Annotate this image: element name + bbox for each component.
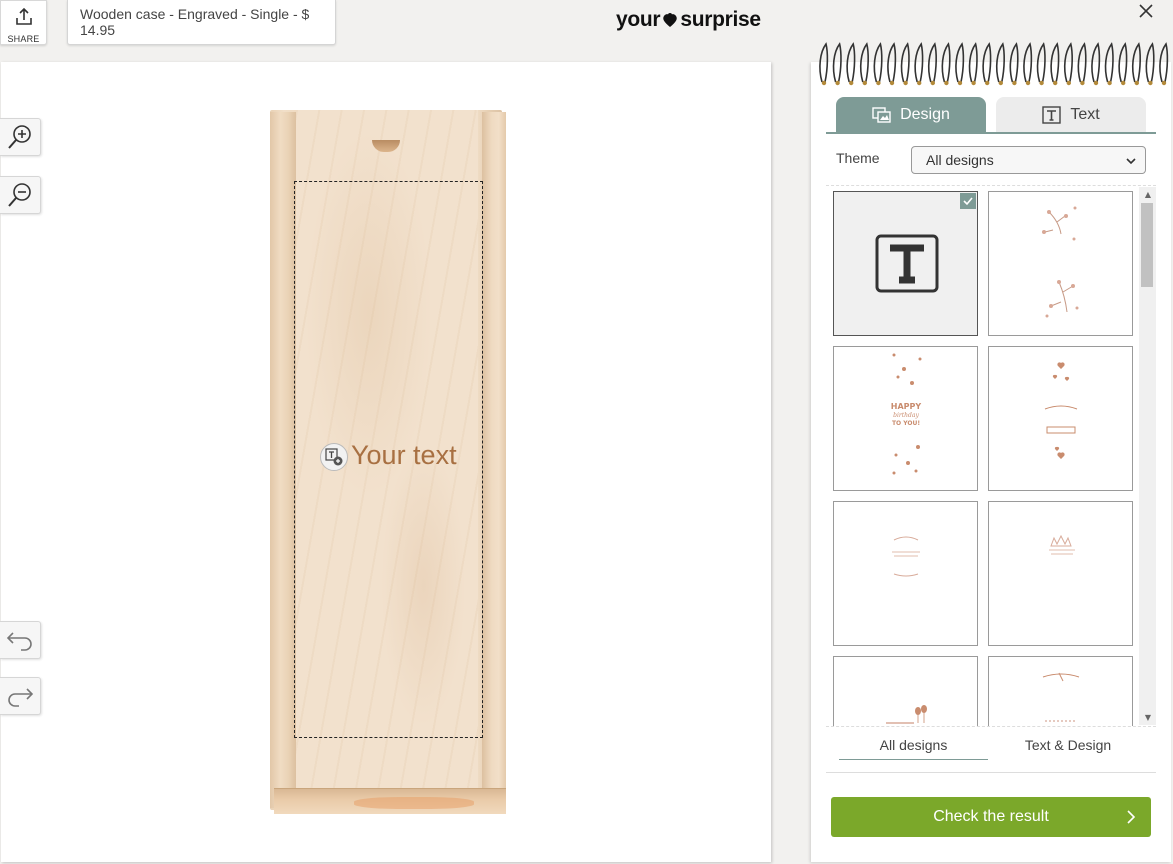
design-thumb-leaf-lines[interactable] xyxy=(833,501,978,646)
design-thumb-crown[interactable] xyxy=(988,501,1133,646)
redo-button[interactable] xyxy=(0,677,41,715)
zoom-in-icon xyxy=(8,125,31,149)
theme-select-value: All designs xyxy=(926,152,994,168)
zoom-out-button[interactable] xyxy=(0,176,41,214)
tab-text[interactable]: Text xyxy=(996,97,1146,133)
design-icon xyxy=(872,107,891,123)
crown-icon xyxy=(1049,534,1075,555)
tab-text-label: Text xyxy=(1070,106,1100,123)
theme-label: Theme xyxy=(836,150,880,166)
chevron-right-icon xyxy=(1127,810,1136,824)
hearts-icon xyxy=(1044,362,1078,459)
product-label: Wooden case - Engraved - Single - $ 14.9… xyxy=(67,0,336,45)
design-thumb-happy-birthday[interactable]: HAPPY birthday TO YOU! xyxy=(833,346,978,491)
design-thumb-branch[interactable] xyxy=(988,656,1133,726)
leaf-icon xyxy=(892,536,920,577)
redo-icon xyxy=(8,688,34,707)
tab-design[interactable]: Design xyxy=(836,97,986,133)
logo-text-left: your xyxy=(616,8,661,31)
notebook-spiral xyxy=(819,42,1169,86)
brand-logo: your surprise xyxy=(616,8,761,32)
design-grid: HAPPY birthday TO YOU! xyxy=(826,185,1156,727)
add-text-icon xyxy=(325,448,343,466)
subtab-text-and-design[interactable]: Text & Design xyxy=(995,737,1141,753)
design-thumb-blank-text[interactable] xyxy=(833,191,978,336)
check-result-button[interactable]: Check the result xyxy=(831,797,1151,837)
zoom-out-icon xyxy=(8,183,31,207)
check-result-label: Check the result xyxy=(933,808,1049,825)
share-icon xyxy=(14,7,34,31)
branch-icon xyxy=(1042,672,1080,722)
scroll-down-icon[interactable]: ▼ xyxy=(1143,713,1153,723)
undo-icon xyxy=(6,632,32,651)
close-button[interactable] xyxy=(1126,0,1166,22)
floral-sprig-icon xyxy=(1042,206,1079,318)
theme-select[interactable]: All designs xyxy=(911,146,1146,174)
scroll-up-icon[interactable]: ▲ xyxy=(1143,190,1153,200)
subtab-all-designs[interactable]: All designs xyxy=(839,737,988,760)
logo-text-right: surprise xyxy=(680,8,761,31)
heart-logo-icon xyxy=(663,13,678,27)
tab-underline xyxy=(826,132,1156,134)
check-icon xyxy=(960,193,976,209)
zoom-in-button[interactable] xyxy=(0,118,41,156)
share-button[interactable]: SHARE xyxy=(0,0,47,45)
undo-button[interactable] xyxy=(0,621,41,659)
text-icon xyxy=(875,234,939,293)
design-thumb-hearts[interactable] xyxy=(988,346,1133,491)
text-icon xyxy=(1042,106,1062,124)
add-text-handle[interactable] xyxy=(320,443,348,471)
divider xyxy=(826,772,1156,773)
svg-text:TO YOU!: TO YOU! xyxy=(892,420,920,427)
chevron-down-icon xyxy=(1126,158,1136,165)
birthday-text-icon: HAPPY birthday TO YOU! xyxy=(891,353,922,475)
tab-design-label: Design xyxy=(900,106,950,123)
engraving-text[interactable]: Your text xyxy=(351,440,457,471)
svg-text:birthday: birthday xyxy=(893,412,919,419)
scroll-thumb[interactable] xyxy=(1141,203,1153,287)
close-icon xyxy=(1139,4,1153,18)
share-label: SHARE xyxy=(7,34,40,44)
balloon-icon xyxy=(886,705,927,724)
svg-text:HAPPY: HAPPY xyxy=(891,402,922,411)
design-thumb-balloons[interactable] xyxy=(833,656,978,726)
design-thumb-floral[interactable] xyxy=(988,191,1133,336)
